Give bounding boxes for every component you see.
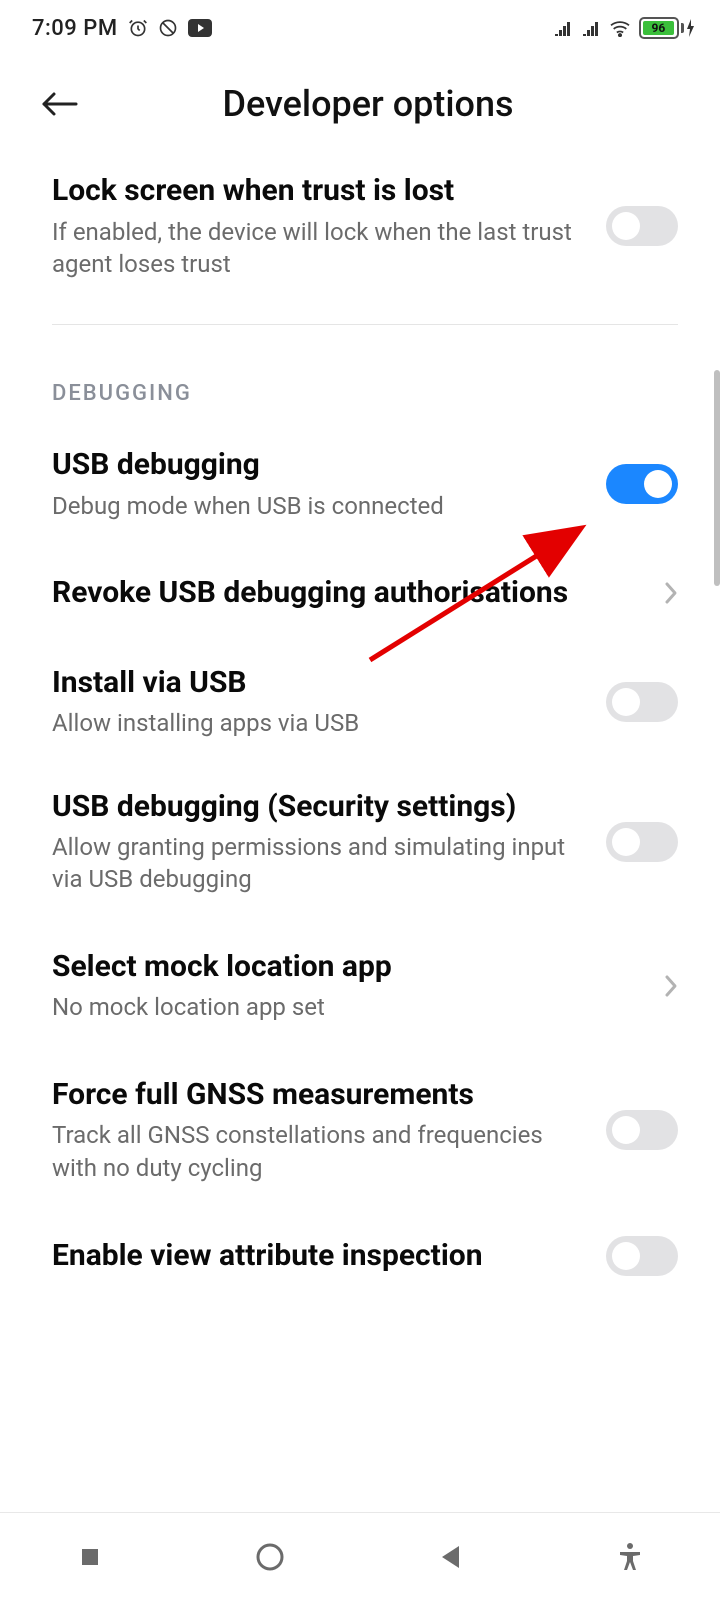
chevron-right-icon [664, 581, 678, 605]
row-force-gnss[interactable]: Force full GNSS measurements Track all G… [0, 1044, 720, 1204]
row-subtitle: Allow installing apps via USB [52, 707, 586, 739]
nav-back-button[interactable] [420, 1527, 480, 1587]
row-revoke-usb-auth[interactable]: Revoke USB debugging authorisations [0, 542, 720, 644]
toggle-view-attr-inspection[interactable] [606, 1236, 678, 1276]
row-title: USB debugging (Security settings) [52, 788, 586, 826]
row-lock-screen-trust[interactable]: Lock screen when trust is lost If enable… [0, 152, 720, 300]
dnd-icon [158, 18, 178, 38]
row-view-attr-inspection[interactable]: Enable view attribute inspection [0, 1204, 720, 1296]
row-subtitle: If enabled, the device will lock when th… [52, 216, 586, 281]
row-install-via-usb[interactable]: Install via USB Allow installing apps vi… [0, 644, 720, 760]
toggle-force-gnss[interactable] [606, 1110, 678, 1150]
battery-indicator: 96 [639, 17, 696, 39]
row-usb-debug-security[interactable]: USB debugging (Security settings) Allow … [0, 760, 720, 916]
row-title: Force full GNSS measurements [52, 1076, 586, 1114]
row-title: Select mock location app [52, 948, 644, 986]
youtube-icon [188, 19, 212, 37]
status-time: 7:09 PM [32, 16, 118, 41]
signal-1-icon [553, 20, 573, 36]
toggle-lock-screen-trust[interactable] [606, 206, 678, 246]
row-title: Enable view attribute inspection [52, 1237, 586, 1275]
row-title: USB debugging [52, 446, 586, 484]
battery-percent: 96 [643, 21, 674, 35]
toggle-usb-debugging[interactable] [606, 464, 678, 504]
nav-recent-button[interactable] [60, 1527, 120, 1587]
row-mock-location[interactable]: Select mock location app No mock locatio… [0, 916, 720, 1044]
system-nav-bar [0, 1512, 720, 1600]
scrollbar-thumb[interactable] [714, 370, 720, 586]
settings-list[interactable]: Lock screen when trust is lost If enable… [0, 152, 720, 1296]
alarm-icon [128, 18, 148, 38]
row-title: Revoke USB debugging authorisations [52, 574, 644, 612]
signal-2-icon [581, 20, 601, 36]
nav-home-button[interactable] [240, 1527, 300, 1587]
row-subtitle: Allow granting permissions and simulatin… [52, 831, 586, 896]
wifi-icon [609, 19, 631, 37]
section-header-debugging: DEBUGGING [0, 325, 720, 426]
row-subtitle: Debug mode when USB is connected [52, 490, 586, 522]
row-subtitle: Track all GNSS constellations and freque… [52, 1119, 586, 1184]
toggle-usb-debug-security[interactable] [606, 822, 678, 862]
status-left: 7:09 PM [32, 16, 212, 41]
chevron-right-icon [664, 974, 678, 998]
status-right: 96 [553, 17, 696, 39]
app-header: Developer options [0, 52, 720, 152]
page-title: Developer options [40, 83, 696, 125]
row-title: Lock screen when trust is lost [52, 172, 586, 210]
row-title: Install via USB [52, 664, 586, 702]
row-subtitle: No mock location app set [52, 991, 644, 1023]
nav-accessibility-button[interactable] [600, 1527, 660, 1587]
row-usb-debugging[interactable]: USB debugging Debug mode when USB is con… [0, 426, 720, 542]
status-bar: 7:09 PM 96 [0, 0, 720, 52]
toggle-install-via-usb[interactable] [606, 682, 678, 722]
